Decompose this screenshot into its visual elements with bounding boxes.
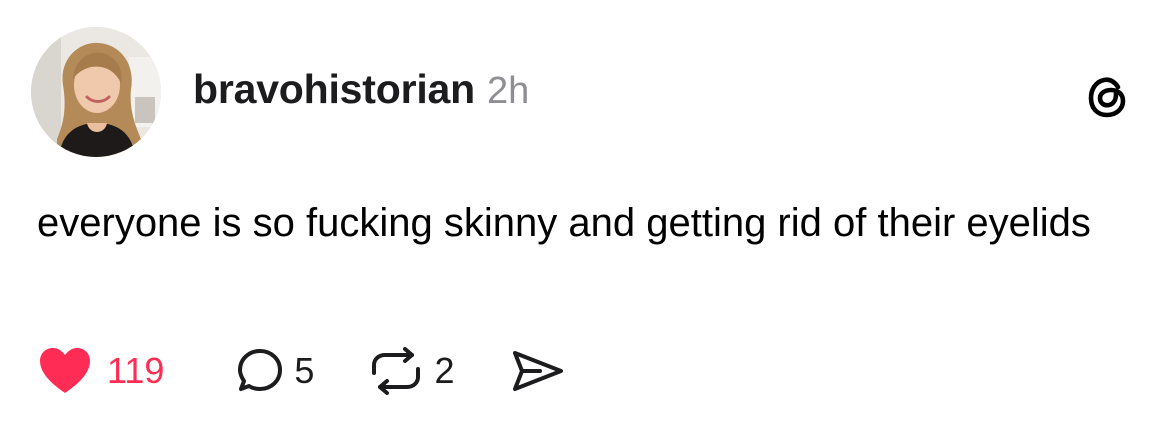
speech-bubble-icon [238,349,283,391]
repost-arrows-icon [372,347,421,395]
username[interactable]: bravohistorian [193,66,475,113]
repost-button[interactable]: 2 [368,347,454,395]
timestamp: 2h [486,70,530,112]
send-icon [513,351,564,391]
post-header: bravohistorian 2h [193,66,529,118]
avatar[interactable] [31,27,161,157]
like-count: 119 [107,350,165,391]
reply-count: 5 [294,350,315,391]
post-text: everyone is so fucking skinny and gettin… [37,201,1091,245]
heart-filled-icon [40,348,90,393]
reply-button[interactable]: 5 [236,347,314,395]
action-bar: 119 5 2 [37,343,566,399]
repost-count: 2 [434,350,455,391]
like-button[interactable]: 119 [37,346,164,396]
thread-post: bravohistorian 2h everyone is so fucking… [0,0,1170,439]
profile-photo [31,27,161,157]
threads-logo-icon[interactable] [1083,72,1133,122]
share-button[interactable] [510,348,566,394]
